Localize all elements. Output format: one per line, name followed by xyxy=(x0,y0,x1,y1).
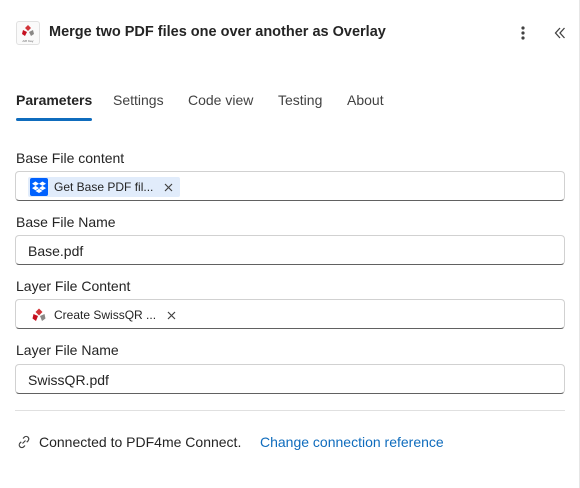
tab-label: Code view xyxy=(188,92,254,108)
dynamic-content-token[interactable]: Create SwissQR ... xyxy=(28,305,183,325)
tab-about[interactable]: About xyxy=(347,92,384,122)
change-connection-link[interactable]: Change connection reference xyxy=(260,434,444,450)
token-label: Get Base PDF fil... xyxy=(54,180,154,194)
link-icon xyxy=(16,434,32,450)
tab-label: Parameters xyxy=(16,92,93,108)
tab-testing[interactable]: Testing xyxy=(278,92,322,122)
pdf4me-logo-icon: API Key xyxy=(16,21,40,45)
layer-file-content-label: Layer File Content xyxy=(16,278,131,294)
tab-code-view[interactable]: Code view xyxy=(188,92,253,122)
logo-caption: API Key xyxy=(22,39,34,43)
base-file-content-label: Base File content xyxy=(16,150,125,166)
page-title: Merge two PDF files one over another as … xyxy=(49,24,386,40)
layer-file-name-input[interactable]: SwissQR.pdf xyxy=(15,364,565,394)
dynamic-content-token[interactable]: Get Base PDF fil... xyxy=(28,177,181,197)
tab-label: Settings xyxy=(113,92,164,108)
panel-header: API Key Merge two PDF files one over ano… xyxy=(0,0,580,66)
tab-label: About xyxy=(347,92,384,108)
pdf4me-icon xyxy=(30,306,48,324)
base-file-content-field[interactable]: Get Base PDF fil... xyxy=(15,171,565,201)
active-tab-indicator xyxy=(16,118,93,121)
more-options-button[interactable] xyxy=(512,22,534,44)
base-file-name-value: Base.pdf xyxy=(28,243,84,259)
tab-parameters[interactable]: Parameters xyxy=(16,92,93,122)
tab-settings[interactable]: Settings xyxy=(113,92,164,122)
action-details-panel: API Key Merge two PDF files one over ano… xyxy=(0,0,580,488)
double-chevron-left-icon xyxy=(554,27,565,39)
layer-file-content-field[interactable]: Create SwissQR ... xyxy=(15,299,565,329)
token-label: Create SwissQR ... xyxy=(54,308,157,322)
layer-file-name-value: SwissQR.pdf xyxy=(28,372,109,388)
remove-token-button[interactable] xyxy=(162,181,174,193)
dropbox-icon xyxy=(30,178,48,196)
close-icon xyxy=(164,183,173,191)
close-icon xyxy=(167,311,175,319)
base-file-name-label: Base File Name xyxy=(16,214,116,230)
base-file-name-input[interactable]: Base.pdf xyxy=(15,235,565,265)
tab-label: Testing xyxy=(278,92,323,108)
connection-status: Connected to PDF4me Connect. xyxy=(39,434,242,450)
more-vertical-icon xyxy=(521,26,525,40)
remove-token-button[interactable] xyxy=(165,309,177,321)
collapse-panel-button[interactable] xyxy=(549,22,571,44)
layer-file-name-label: Layer File Name xyxy=(16,342,119,358)
divider xyxy=(15,410,565,411)
